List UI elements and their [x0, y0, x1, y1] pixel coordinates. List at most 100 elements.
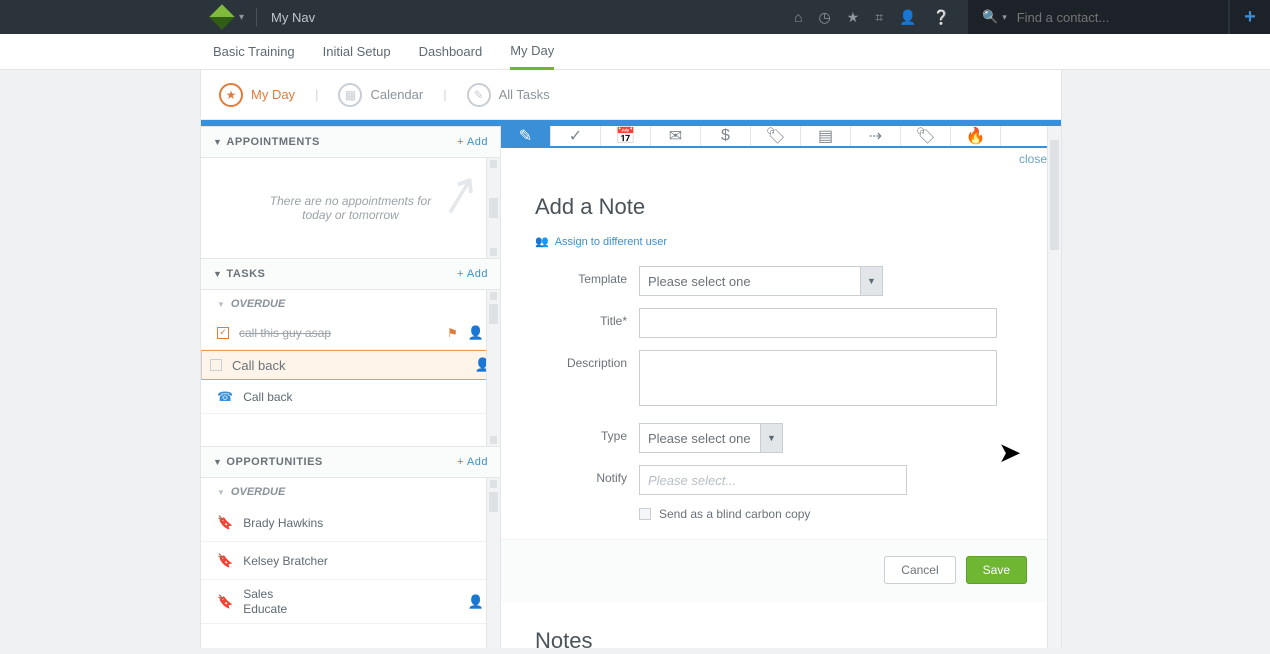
opportunities-header[interactable]: ▼ OPPORTUNITIES + Add: [201, 446, 500, 478]
nav-tab-my-day[interactable]: My Day: [510, 34, 554, 70]
overdue-label: OVERDUE: [231, 486, 285, 498]
separator: |: [315, 87, 318, 102]
star-icon[interactable]: ★: [847, 9, 860, 26]
card-tab-icon[interactable]: ▤: [801, 126, 851, 146]
title-input[interactable]: [639, 308, 997, 338]
title-label: Title*: [535, 308, 639, 328]
home-icon[interactable]: ⌂: [794, 9, 802, 25]
user-icon[interactable]: 👤: [899, 9, 916, 26]
type-value: Please select one: [648, 431, 751, 446]
clock-icon[interactable]: ◷: [818, 9, 830, 26]
task-label: Call back: [232, 358, 285, 373]
search-input[interactable]: [1017, 10, 1187, 25]
opportunity-row[interactable]: 🔖 Sales Educate 👤: [201, 580, 500, 624]
checkbox-icon[interactable]: [639, 508, 651, 520]
chevron-down-icon[interactable]: ▾: [239, 12, 244, 23]
appointments-add-link[interactable]: + Add: [457, 136, 488, 148]
bcc-checkbox-row[interactable]: Send as a blind carbon copy: [639, 507, 1027, 521]
close-link[interactable]: close: [1019, 152, 1047, 166]
appointments-header[interactable]: ▼APPOINTMENTS + Add: [201, 126, 500, 158]
email-tab-icon[interactable]: ✉: [651, 126, 701, 146]
logo-icon[interactable]: [209, 4, 234, 29]
flag-icon[interactable]: ⚑: [447, 326, 458, 340]
subtab-label: All Tasks: [499, 87, 550, 102]
bcc-label: Send as a blind carbon copy: [659, 507, 810, 521]
person-icon[interactable]: 👤: [468, 325, 484, 341]
task-row[interactable]: ✓ call this guy asap ⚑ 👤: [201, 316, 500, 350]
opportunity-label: Kelsey Bratcher: [243, 554, 328, 568]
chevron-down-icon: ▼: [860, 267, 882, 295]
chevron-down-icon[interactable]: ▾: [1002, 12, 1007, 23]
subtab-calendar[interactable]: ▦ Calendar: [338, 83, 423, 107]
scrollbar[interactable]: [1047, 126, 1061, 648]
opportunity-row[interactable]: 🔖 Kelsey Bratcher: [201, 542, 500, 580]
tasks-header[interactable]: ▼TASKS + Add: [201, 258, 500, 290]
subtab-my-day[interactable]: ★ My Day: [219, 83, 295, 107]
note-tab-icon[interactable]: ✎: [501, 126, 551, 146]
tag-tab-icon[interactable]: 🏷: [751, 126, 801, 146]
payment-tab-icon[interactable]: $: [701, 126, 751, 146]
task-label: Call back: [243, 390, 292, 404]
star-circle-icon: ★: [219, 83, 243, 107]
appointments-title: APPOINTMENTS: [226, 136, 319, 148]
opportunity-label: Sales Educate: [243, 587, 287, 616]
person-icon[interactable]: 👤: [468, 594, 484, 610]
template-select[interactable]: Please select one ▼: [639, 266, 883, 296]
separator: |: [443, 87, 446, 102]
checkbox-icon[interactable]: ✓: [217, 327, 229, 339]
collapse-icon: ▼: [213, 457, 222, 467]
brand-title[interactable]: My Nav: [271, 10, 315, 25]
notify-label: Notify: [535, 465, 639, 485]
checkbox-icon[interactable]: [210, 359, 222, 371]
add-note-form: Add a Note 👥 Assign to different user Te…: [501, 166, 1061, 602]
nav-tab-basic-training[interactable]: Basic Training: [213, 34, 295, 70]
search-icon: 🔍: [982, 9, 998, 25]
tag-icon: 🔖: [217, 515, 233, 531]
description-label: Description: [535, 350, 639, 370]
help-icon[interactable]: ❔: [933, 9, 950, 26]
apps-icon[interactable]: ⌗: [875, 9, 883, 26]
sub-tabs: ★ My Day | ▦ Calendar | ✎ All Tasks: [201, 70, 1061, 120]
opportunities-title: OPPORTUNITIES: [226, 456, 322, 468]
opportunity-row[interactable]: 🔖 Brady Hawkins: [201, 504, 500, 542]
fire-tab-icon[interactable]: 🔥: [951, 126, 1001, 146]
tasks-title: TASKS: [226, 268, 265, 280]
subtab-label: My Day: [251, 87, 295, 102]
scrollbar[interactable]: [486, 290, 500, 446]
action-tabs: ✎ ✓ 📅 ✉ $ 🏷 ▤ ⇢ 🏷 🔥: [501, 126, 1061, 148]
nav-tab-initial-setup[interactable]: Initial Setup: [323, 34, 391, 70]
subtab-label: Calendar: [370, 87, 423, 102]
cancel-button[interactable]: Cancel: [884, 556, 955, 584]
task-row[interactable]: ☎ Call back: [201, 380, 500, 414]
assign-link[interactable]: 👥 Assign to different user: [535, 235, 667, 248]
task-tab-icon[interactable]: ✓: [551, 126, 601, 146]
type-label: Type: [535, 423, 639, 443]
type-select[interactable]: Please select one ▼: [639, 423, 783, 453]
description-textarea[interactable]: [639, 350, 997, 406]
main-nav: Basic Training Initial Setup Dashboard M…: [0, 34, 1270, 70]
search-container[interactable]: 🔍 ▾: [968, 0, 1228, 34]
subtab-all-tasks[interactable]: ✎ All Tasks: [467, 83, 550, 107]
sequence-tab-icon[interactable]: ⇢: [851, 126, 901, 146]
task-row[interactable]: Call back 👤: [201, 350, 500, 380]
calendar-tab-icon[interactable]: 📅: [601, 126, 651, 146]
scrollbar[interactable]: [486, 158, 500, 258]
template-label: Template: [535, 266, 639, 286]
users-icon: 👥: [535, 235, 549, 248]
left-column: ▼APPOINTMENTS + Add There are no appoint…: [201, 126, 501, 648]
phone-icon: ☎: [217, 389, 233, 405]
notify-select[interactable]: Please select...: [639, 465, 907, 495]
scrollbar[interactable]: [486, 478, 500, 648]
top-bar: ▾ My Nav ⌂ ◷ ★ ⌗ 👤 ❔ 🔍 ▾ +: [0, 0, 1270, 34]
save-button[interactable]: Save: [966, 556, 1027, 584]
nav-tab-dashboard[interactable]: Dashboard: [419, 34, 483, 70]
tags-tab-icon[interactable]: 🏷: [901, 126, 951, 146]
global-add-button[interactable]: +: [1230, 0, 1270, 34]
assign-link-text: Assign to different user: [555, 236, 667, 248]
tag-icon: 🔖: [217, 553, 233, 569]
right-column: ✎ ✓ 📅 ✉ $ 🏷 ▤ ⇢ 🏷 🔥 close Add a Note 👥 A…: [501, 126, 1061, 648]
opportunities-add-link[interactable]: + Add: [457, 456, 488, 468]
opportunity-label: Brady Hawkins: [243, 516, 323, 530]
tasks-add-link[interactable]: + Add: [457, 268, 488, 280]
task-label: call this guy asap: [239, 326, 331, 340]
